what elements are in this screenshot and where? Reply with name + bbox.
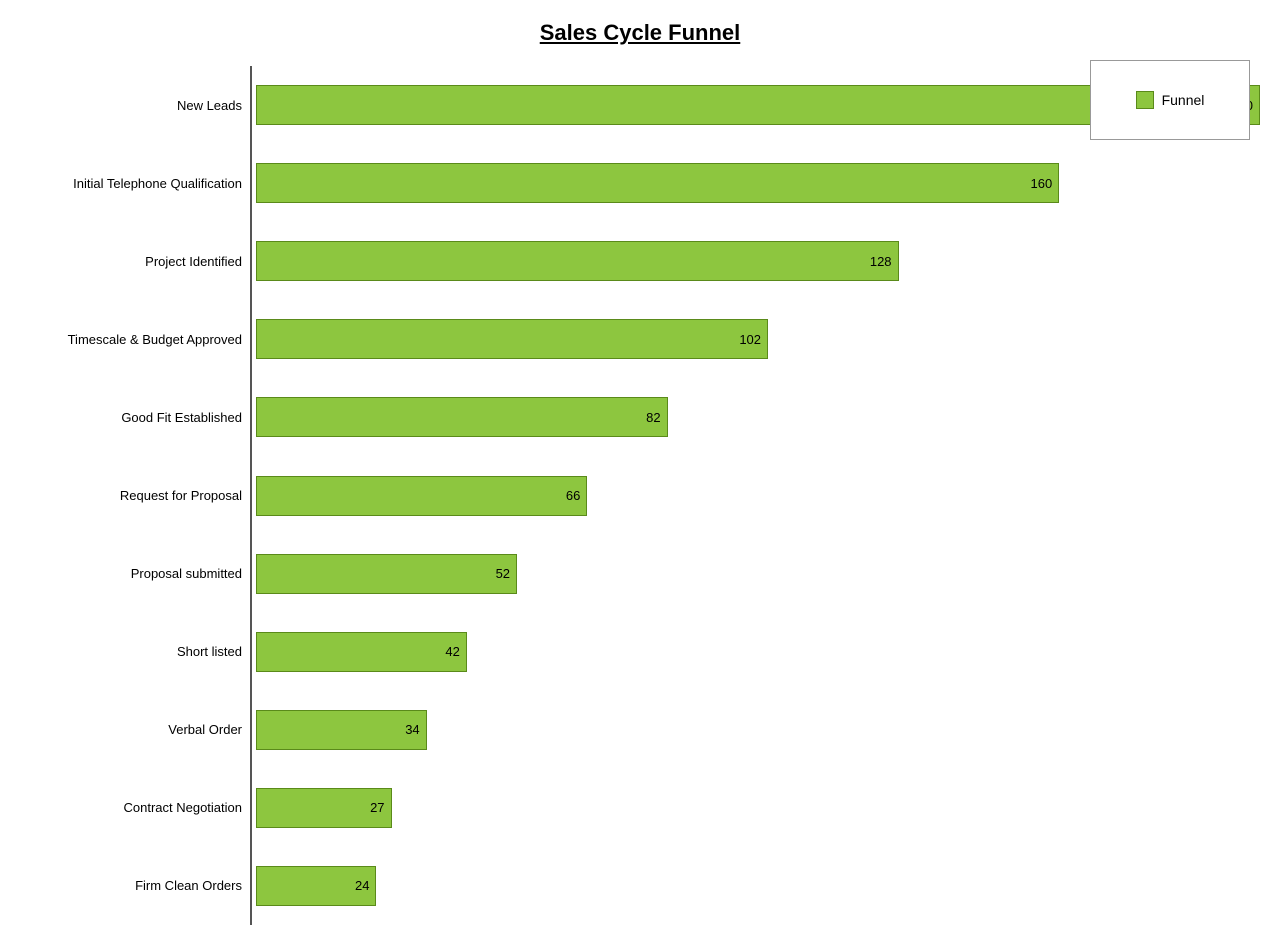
chart-inner: New LeadsInitial Telephone Qualification… [20, 66, 1260, 925]
y-axis-labels: New LeadsInitial Telephone Qualification… [20, 66, 250, 925]
bar-row-4: 82 [256, 378, 1260, 456]
y-label-5: Request for Proposal [20, 456, 242, 534]
chart-body: New LeadsInitial Telephone Qualification… [0, 66, 1280, 925]
bar-value-8: 34 [405, 722, 419, 737]
bar-row-6: 52 [256, 535, 1260, 613]
bar-value-3: 102 [739, 332, 761, 347]
bar-1: 160 [256, 163, 1059, 203]
bar-5: 66 [256, 476, 587, 516]
y-label-4: Good Fit Established [20, 378, 242, 456]
legend-box: Funnel [1090, 60, 1250, 140]
bar-value-6: 52 [496, 566, 510, 581]
y-label-6: Proposal submitted [20, 535, 242, 613]
chart-container: Sales Cycle Funnel New LeadsInitial Tele… [0, 0, 1280, 935]
bar-3: 102 [256, 319, 768, 359]
bar-row-2: 128 [256, 222, 1260, 300]
chart-title: Sales Cycle Funnel [540, 20, 741, 46]
y-label-7: Short listed [20, 613, 242, 691]
bar-row-1: 160 [256, 144, 1260, 222]
y-label-8: Verbal Order [20, 691, 242, 769]
bar-6: 52 [256, 554, 517, 594]
bar-row-5: 66 [256, 456, 1260, 534]
y-label-1: Initial Telephone Qualification [20, 144, 242, 222]
bar-8: 34 [256, 710, 427, 750]
bar-row-9: 27 [256, 769, 1260, 847]
legend-color-swatch [1136, 91, 1154, 109]
legend-label: Funnel [1162, 92, 1205, 108]
bar-value-10: 24 [355, 878, 369, 893]
bar-value-9: 27 [370, 800, 384, 815]
y-label-10: Firm Clean Orders [20, 847, 242, 925]
y-label-3: Timescale & Budget Approved [20, 300, 242, 378]
bar-row-3: 102 [256, 300, 1260, 378]
bar-2: 128 [256, 241, 899, 281]
bars-area: 20016012810282665242342724 [250, 66, 1260, 925]
y-label-0: New Leads [20, 66, 242, 144]
y-label-9: Contract Negotiation [20, 769, 242, 847]
bar-10: 24 [256, 866, 376, 906]
bar-value-2: 128 [870, 254, 892, 269]
bar-4: 82 [256, 397, 668, 437]
bar-7: 42 [256, 632, 467, 672]
bar-row-10: 24 [256, 847, 1260, 925]
bar-row-8: 34 [256, 691, 1260, 769]
bar-value-4: 82 [646, 410, 660, 425]
bar-value-5: 66 [566, 488, 580, 503]
bar-row-7: 42 [256, 613, 1260, 691]
bar-9: 27 [256, 788, 392, 828]
y-label-2: Project Identified [20, 222, 242, 300]
bar-value-1: 160 [1030, 176, 1052, 191]
bar-value-7: 42 [445, 644, 459, 659]
